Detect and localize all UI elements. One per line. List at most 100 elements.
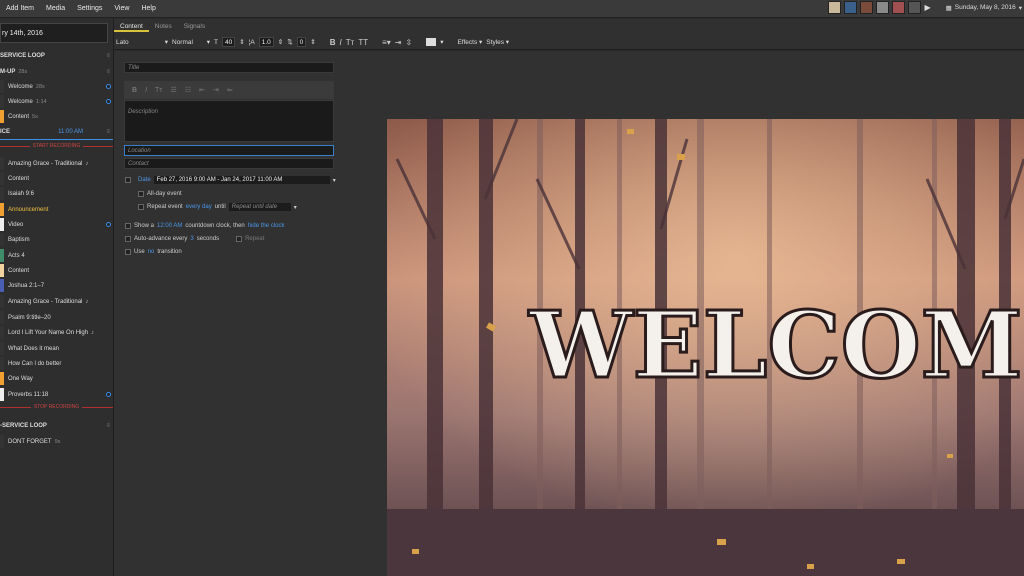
text-color-swatch[interactable] [426, 38, 437, 46]
vertical-align-icon[interactable]: ⇥ [395, 38, 402, 47]
stepper-icon[interactable]: ⇕ [278, 38, 283, 46]
display-icon[interactable] [844, 1, 858, 14]
service-title[interactable]: ry 14th, 2016 [0, 23, 108, 43]
font-size-input[interactable]: 40 [221, 37, 236, 47]
play-icon[interactable]: ▶ [924, 3, 930, 12]
plan-item[interactable]: Lord I Lift Your Name On High ♪ [0, 325, 113, 340]
user-avatar-icon[interactable] [892, 1, 906, 14]
stepper-icon[interactable]: ⇕ [310, 38, 315, 46]
plan-item[interactable]: Announcement [0, 202, 113, 217]
plan-item[interactable]: How Can I do better [0, 356, 113, 371]
plan-item[interactable]: Baptism [0, 232, 113, 247]
plan-item[interactable]: Content [0, 263, 113, 278]
all-day-checkbox[interactable] [138, 191, 144, 197]
item-color-bar [0, 95, 4, 108]
auto-advance-checkbox[interactable] [125, 236, 131, 242]
plan-item[interactable]: Welcome 28s [0, 79, 113, 94]
plan-item[interactable]: DONT FORGET 9s [0, 434, 113, 449]
item-duration: 28s [35, 83, 45, 90]
date-display[interactable]: ▦ Sunday, May 8, 2016 ▾ [946, 4, 1022, 12]
plan-item[interactable]: What Does it mean [0, 341, 113, 356]
small-caps-button[interactable]: Tт [346, 38, 355, 47]
letter-spacing-input[interactable]: 0 [296, 37, 307, 47]
line-height-input[interactable]: 1.0 [258, 37, 274, 47]
plan-item[interactable]: Acts 4 [0, 248, 113, 263]
drag-handle-icon[interactable]: ≡ [106, 423, 110, 429]
vertical-center-icon[interactable]: ⇳ [405, 38, 412, 47]
user-avatar-icon[interactable] [908, 1, 922, 14]
auto-advance-seconds-link[interactable]: 3 [190, 236, 193, 242]
drag-handle-icon[interactable]: ≡ [106, 129, 110, 135]
link-icon[interactable]: ⇐ [227, 86, 233, 94]
bold-button[interactable]: B [132, 87, 137, 94]
slide-preview[interactable]: WELCOME [387, 119, 1024, 576]
plan-item[interactable]: Amazing Grace - Traditional ♪ [0, 156, 113, 171]
chevron-down-icon: ▾ [164, 39, 168, 46]
menu-view[interactable]: View [108, 5, 135, 12]
italic-button[interactable]: I [340, 38, 342, 47]
hide-clock-link[interactable]: hide the clock [248, 223, 285, 229]
font-weight-select[interactable]: Normal ▾ [172, 38, 210, 47]
current-date: Sunday, May 8, 2016 [954, 4, 1016, 11]
plan-item[interactable]: Isaiah 9:6 [0, 186, 113, 201]
section-header[interactable]: M-UP 28s ≡ [0, 64, 113, 79]
drag-handle-icon[interactable]: ≡ [106, 69, 110, 75]
styles-menu[interactable]: Styles ▾ [486, 38, 509, 46]
status-dot-icon [106, 99, 111, 104]
location-field[interactable]: Location [124, 145, 334, 156]
tab-signals[interactable]: Signals [178, 21, 211, 32]
date-range-input[interactable]: Feb 27, 2016 9:00 AM - Jan 24, 2017 11:0… [153, 176, 330, 184]
user-avatar-icon[interactable] [876, 1, 890, 14]
section-header[interactable]: SERVICE LOOP ≡ [0, 48, 113, 63]
menu-help[interactable]: Help [135, 5, 161, 12]
bullet-list-icon[interactable]: ☰ [171, 86, 177, 94]
menu-settings[interactable]: Settings [71, 5, 108, 12]
numbered-list-icon[interactable]: ☷ [185, 86, 191, 94]
repeat-label: Repeat event [147, 204, 183, 210]
plan-item[interactable]: One Way [0, 371, 113, 386]
repeat-advance-checkbox[interactable] [236, 236, 243, 242]
plan-item[interactable]: Content [0, 171, 113, 186]
chevron-down-icon[interactable]: ▾ [294, 204, 297, 211]
align-icon[interactable]: ≡▾ [382, 38, 391, 47]
plan-item[interactable]: Video [0, 217, 113, 232]
effects-menu[interactable]: Effects ▾ [457, 38, 482, 46]
chevron-down-icon[interactable]: ▾ [440, 38, 443, 46]
repeat-checkbox[interactable] [138, 204, 144, 210]
transition-link[interactable]: no [148, 249, 155, 255]
menu-add-item[interactable]: Add Item [0, 5, 40, 12]
title-field[interactable]: Title [124, 62, 334, 73]
chevron-down-icon[interactable]: ▾ [333, 177, 336, 184]
plan-item[interactable]: Proverbs 11:18 [0, 387, 113, 402]
drag-handle-icon[interactable]: ≡ [106, 53, 110, 59]
section-header[interactable]: -SERVICE LOOP ≡ [0, 418, 113, 433]
date-checkbox[interactable] [125, 177, 131, 183]
section-header[interactable]: ICE 11:00 AM ≡ [0, 125, 113, 140]
tab-content[interactable]: Content [114, 21, 149, 32]
small-caps-button[interactable]: Tт [155, 87, 162, 94]
plan-item[interactable]: Amazing Grace - Traditional ♪ [0, 294, 113, 309]
italic-button[interactable]: I [145, 87, 147, 94]
plan-item[interactable]: Psalm 9:title–20 [0, 310, 113, 325]
plan-item[interactable]: Content 5s [0, 109, 113, 124]
plan-item[interactable]: Joshua 2:1–7 [0, 278, 113, 293]
plan-item[interactable]: Welcome 1:14 [0, 94, 113, 109]
bold-button[interactable]: B [330, 38, 336, 47]
description-field[interactable]: Description [124, 100, 334, 142]
menu-media[interactable]: Media [40, 5, 71, 12]
countdown-time-link[interactable]: 12:00 AM [157, 223, 182, 229]
contact-field[interactable]: Contact [124, 158, 334, 169]
user-avatar-icon[interactable] [860, 1, 874, 14]
indent-icon[interactable]: ⇤ [199, 86, 205, 94]
font-select[interactable]: Lato ▾ [116, 38, 168, 47]
countdown-checkbox[interactable] [125, 223, 131, 229]
outdent-icon[interactable]: ⇥ [213, 86, 219, 94]
tab-notes[interactable]: Notes [149, 21, 178, 32]
all-caps-button[interactable]: TT [358, 38, 368, 47]
user-avatar-icon[interactable] [828, 1, 842, 14]
repeat-frequency-link[interactable]: every day [186, 204, 212, 210]
repeat-until-input[interactable]: Repeat until date [228, 203, 291, 211]
all-day-label: All-day event [147, 191, 182, 197]
transition-checkbox[interactable] [125, 249, 131, 255]
stepper-icon[interactable]: ⇕ [239, 38, 244, 46]
